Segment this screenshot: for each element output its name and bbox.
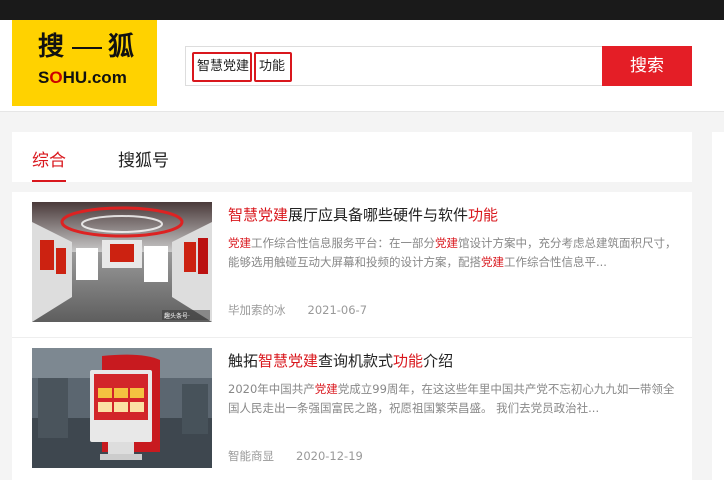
search-button[interactable]: 搜索 bbox=[602, 46, 692, 86]
result-date: 2020-12-19 bbox=[296, 449, 363, 463]
sohu-logo[interactable]: 搜狐 SOHU.com bbox=[12, 20, 157, 106]
logo-en-o: O bbox=[49, 68, 63, 87]
result-title[interactable]: 智慧党建展厅应具备哪些硬件与软件功能 bbox=[228, 204, 678, 225]
result-author[interactable]: 毕加索的冰 bbox=[228, 303, 286, 317]
desc-highlight: 党建 bbox=[435, 236, 458, 250]
result-thumbnail[interactable]: 趣头条号· bbox=[32, 202, 212, 322]
result-title[interactable]: 触拓智慧党建查询机款式功能介绍 bbox=[228, 350, 678, 371]
logo-chinese: 搜狐 bbox=[38, 26, 136, 63]
list-item[interactable]: 触拓智慧党建查询机款式功能介绍 2020年中国共产党建党成立99周年，在这这些年… bbox=[12, 338, 692, 480]
result-author[interactable]: 智能商显 bbox=[228, 449, 274, 463]
title-text: 展厅应具备哪些硬件与软件 bbox=[288, 206, 469, 224]
title-text: 介绍 bbox=[423, 352, 454, 370]
title-highlight: 智慧党建 bbox=[258, 352, 319, 370]
list-item[interactable]: 趣头条号· 智慧党建展厅应具备哪些硬件与软件功能 党建工作综合性信息服务平台：在… bbox=[12, 192, 692, 338]
thumb-watermark: 趣头条号· bbox=[164, 312, 190, 320]
results-list: 趣头条号· 智慧党建展厅应具备哪些硬件与软件功能 党建工作综合性信息服务平台：在… bbox=[12, 192, 692, 480]
result-thumbnail[interactable] bbox=[32, 348, 212, 468]
desc-text: 2020年中国共产 bbox=[228, 382, 315, 396]
search-input[interactable]: 智慧党建 功能 bbox=[185, 46, 603, 86]
title-text: 触拓 bbox=[228, 352, 259, 370]
title-highlight: 智慧党建 bbox=[228, 206, 289, 224]
desc-highlight: 党建 bbox=[314, 382, 338, 396]
result-meta: 毕加索的冰 2021-06-7 bbox=[228, 302, 389, 318]
title-text: 查询机款式 bbox=[318, 352, 394, 370]
result-meta: 智能商显 2020-12-19 bbox=[228, 448, 385, 464]
tab-comprehensive[interactable]: 综合 bbox=[32, 146, 66, 182]
title-highlight: 功能 bbox=[468, 206, 499, 224]
kiosk-image bbox=[32, 348, 212, 468]
logo-en-rest: HU.com bbox=[62, 68, 127, 87]
title-highlight: 功能 bbox=[393, 352, 424, 370]
result-description: 党建工作综合性信息服务平台：在一部分党建馆设计方案中，充分考虑总建筑面积尺寸，能… bbox=[228, 234, 678, 272]
desc-text: 工作综合性信息服务平台：在一部分 bbox=[251, 236, 435, 250]
result-description: 2020年中国共产党建党成立99周年，在这这些年里中国共产党不忘初心九九如一带领… bbox=[228, 380, 678, 418]
logo-char-left: 搜 bbox=[38, 32, 67, 62]
tab-sohu-account[interactable]: 搜狐号 bbox=[118, 146, 169, 171]
result-date: 2021-06-7 bbox=[307, 303, 368, 317]
desc-highlight: 党建 bbox=[481, 255, 504, 269]
exhibition-hall-image: 趣头条号· bbox=[32, 202, 212, 322]
sidebar-edge bbox=[712, 132, 724, 480]
search-term-highlight: 智慧党建 bbox=[192, 52, 252, 82]
result-tabs: 综合 搜狐号 bbox=[12, 132, 692, 182]
search-term-highlight: 功能 bbox=[254, 52, 292, 82]
logo-en-s: S bbox=[38, 68, 50, 87]
header: 搜狐 SOHU.com 智慧党建 功能 搜索 bbox=[0, 20, 724, 112]
top-bar bbox=[0, 0, 724, 20]
desc-highlight: 党建 bbox=[228, 236, 251, 250]
logo-char-right: 狐 bbox=[108, 32, 137, 62]
desc-text: 工作综合性信息平... bbox=[504, 255, 607, 269]
logo-english: SOHU.com bbox=[38, 68, 127, 88]
